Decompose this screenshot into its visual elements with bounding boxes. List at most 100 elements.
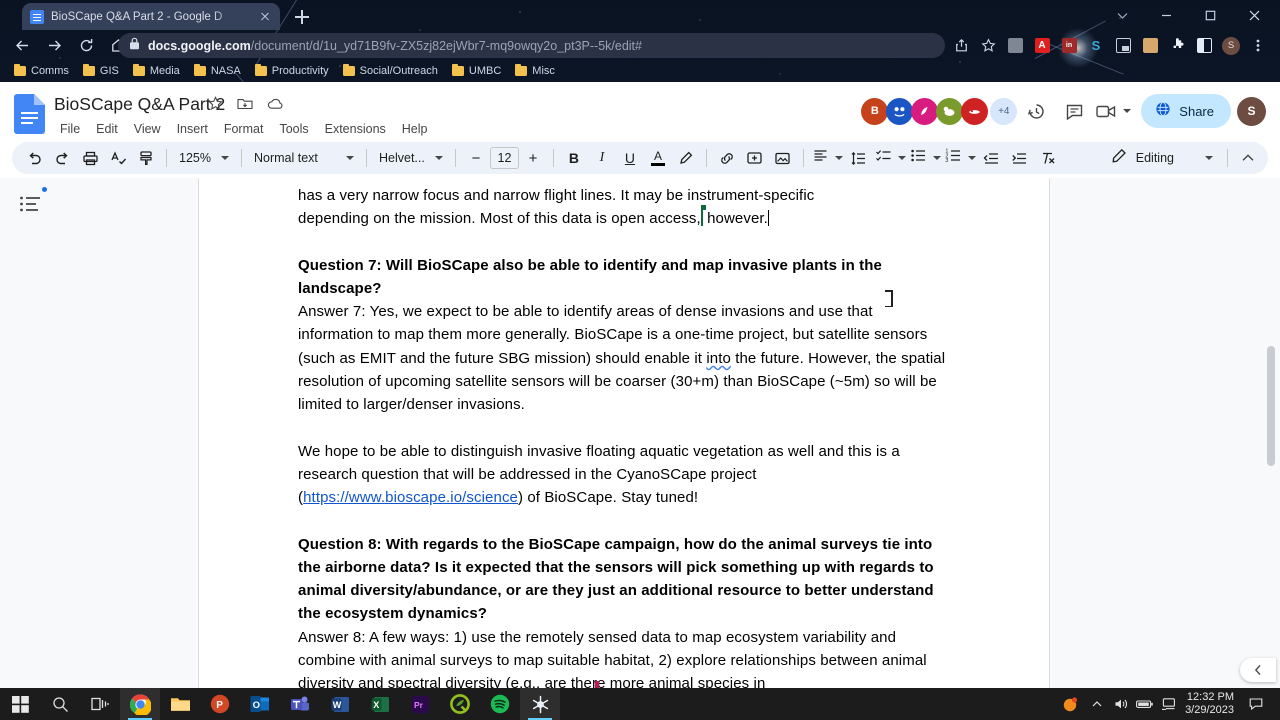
numbered-list-dropdown[interactable]: 123 [943,145,978,171]
collaborator-avatar[interactable] [886,97,914,125]
text-color-button[interactable]: A [644,144,672,172]
share-icon[interactable] [948,33,974,58]
search-icon[interactable] [40,688,80,720]
outlook-icon[interactable]: O [240,688,280,720]
italic-button[interactable]: I [588,144,616,172]
menu-file[interactable]: File [52,120,88,138]
excel-icon[interactable]: X [360,688,400,720]
account-avatar[interactable]: S [1237,96,1266,126]
highlight-pen-icon[interactable] [672,144,700,172]
menu-edit[interactable]: Edit [88,120,126,138]
undo-icon[interactable] [20,144,48,172]
collapse-panel-button[interactable] [1240,658,1276,682]
sidepanel-icon[interactable] [1191,33,1217,58]
chevron-down-icon[interactable] [1100,0,1144,30]
picture-in-picture-icon[interactable] [1110,33,1136,58]
bioscape-science-link[interactable]: https://www.bioscape.io/science [303,489,518,506]
grammarly-icon[interactable]: S [1083,33,1109,58]
volume-icon[interactable] [1109,688,1133,720]
menu-tools[interactable]: Tools [271,120,316,138]
comments-icon[interactable] [1055,94,1093,128]
close-icon[interactable] [258,10,272,24]
windows-start-icon[interactable] [0,688,40,720]
snowflake-app-icon[interactable] [520,688,560,720]
bookmark-social-outreach[interactable]: Social/Outreach [337,63,444,79]
collaborator-avatar[interactable] [911,97,939,125]
font-size-input[interactable]: 12 [489,147,519,169]
close-icon[interactable] [1232,0,1276,30]
google-chrome-icon[interactable] [120,688,160,720]
chevron-up-icon[interactable] [1085,688,1109,720]
move-to-folder-icon[interactable] [237,96,253,116]
version-history-icon[interactable] [1017,94,1055,128]
battery-icon[interactable] [1133,688,1157,720]
adobe-acrobat-icon[interactable]: A [1029,33,1055,58]
bookmark-productivity[interactable]: Productivity [249,63,335,79]
back-arrow-icon[interactable] [8,31,36,59]
link-icon[interactable] [713,144,741,172]
align-dropdown[interactable] [810,145,845,171]
meet-camera-icon[interactable] [1093,94,1119,128]
hide-menus-chevron-up-icon[interactable] [1234,144,1262,172]
redo-icon[interactable] [48,144,76,172]
powerpoint-icon[interactable]: P [200,688,240,720]
google-docs-logo[interactable] [14,94,45,134]
menu-help[interactable]: Help [394,120,436,138]
increase-font-size-button[interactable]: + [519,144,547,172]
print-icon[interactable] [76,144,104,172]
spotify-icon[interactable] [480,688,520,720]
collaborator-avatar[interactable]: B [861,97,889,125]
qgis-icon[interactable] [440,688,480,720]
clock[interactable]: 12:32 PM 3/29/2023 [1181,691,1244,716]
bookmark-gis[interactable]: GIS [77,63,125,79]
font-family-dropdown[interactable]: Helvet... [373,145,449,171]
share-button[interactable]: Share [1141,94,1231,128]
star-icon[interactable] [975,33,1001,58]
bookmark-nasa[interactable]: NASA [188,63,247,79]
network-icon[interactable] [1157,688,1181,720]
bookmark-media[interactable]: Media [127,63,186,79]
checklist-dropdown[interactable] [873,145,908,171]
microsoft-teams-icon[interactable] [280,688,320,720]
bookmark-umbc[interactable]: UMBC [446,63,507,79]
collaborator-avatar[interactable] [936,97,964,125]
profile-avatar[interactable]: S [1218,33,1244,58]
paint-format-icon[interactable] [132,144,160,172]
vertical-scrollbar[interactable] [1267,346,1275,466]
page-title[interactable]: BioSCape Q&A Part 2 [54,94,225,115]
file-explorer-icon[interactable] [160,688,200,720]
bulleted-list-dropdown[interactable] [908,145,943,171]
address-bar[interactable]: docs.google.com/document/d/1u_yd71B9fv-Z… [118,33,945,58]
browser-tab[interactable]: BioSCape Q&A Part 2 - Google D [22,3,280,30]
spellcheck-icon[interactable] [104,144,132,172]
task-view-icon[interactable] [80,688,120,720]
paragraph-style-dropdown[interactable]: Normal text [248,145,360,171]
sun-icon[interactable] [1055,688,1085,720]
decrease-indent-icon[interactable] [978,144,1006,172]
bookmark-misc[interactable]: Misc [509,63,561,79]
document-outline-icon[interactable] [18,192,44,218]
minimize-icon[interactable] [1144,0,1188,30]
underline-button[interactable]: U [616,144,644,172]
new-tab-button[interactable] [292,7,312,27]
reload-icon[interactable] [72,31,100,59]
word-icon[interactable]: W [320,688,360,720]
chrome-menu-icon[interactable] [1245,33,1271,58]
editing-mode-dropdown[interactable]: Editing [1103,144,1221,172]
insert-image-icon[interactable] [769,144,797,172]
add-comment-icon[interactable] [741,144,769,172]
menu-format[interactable]: Format [216,120,272,138]
premiere-pro-icon[interactable]: Pr [400,688,440,720]
zoom-dropdown[interactable]: 125% [173,145,235,171]
robot-extension-icon[interactable] [1137,33,1163,58]
menu-extensions[interactable]: Extensions [317,120,394,138]
bookmark-comms[interactable]: Comms [8,63,75,79]
maximize-icon[interactable] [1188,0,1232,30]
more-collaborators-badge[interactable]: +4 [990,97,1018,125]
bold-button[interactable]: B [560,144,588,172]
document-page[interactable]: has a very narrow focus and narrow fligh… [199,178,1049,688]
collaborator-avatar[interactable] [961,97,989,125]
increase-indent-icon[interactable] [1006,144,1034,172]
cloud-saved-icon[interactable] [267,97,284,116]
chevron-down-icon[interactable] [1119,94,1135,128]
